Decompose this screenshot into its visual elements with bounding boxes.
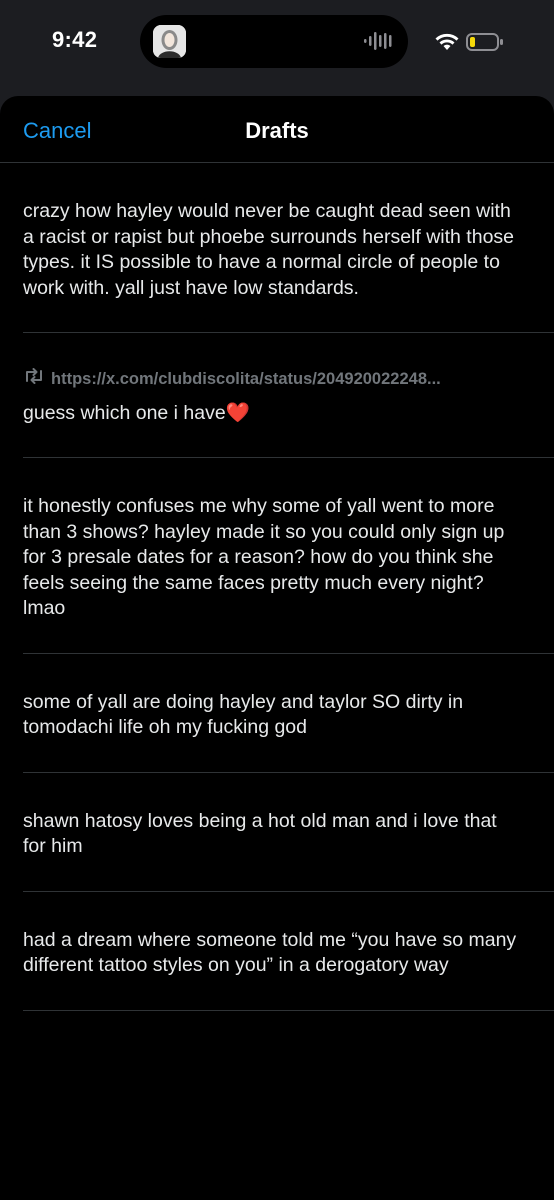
draft-item[interactable]: some of yall are doing hayley and taylor… — [23, 654, 554, 773]
draft-item[interactable]: crazy how hayley would never be caught d… — [23, 163, 554, 333]
audio-wave-icon — [364, 31, 394, 56]
quote-url: https://x.com/clubdiscolita/status/20492… — [51, 370, 441, 388]
status-bar: 9:42 — [0, 0, 554, 90]
retweet-icon — [23, 367, 45, 393]
draft-text: shawn hatosy loves being a hot old man a… — [23, 809, 497, 858]
draft-text: some of yall are doing hayley and taylor… — [23, 690, 464, 739]
heart-emoji-icon: ❤️ — [225, 401, 250, 424]
page-title: Drafts — [245, 118, 309, 143]
draft-item[interactable]: had a dream where someone told me “you h… — [23, 892, 554, 1011]
draft-text: guess which one i have — [23, 401, 226, 424]
quote-link[interactable]: https://x.com/clubdiscolita/status/20492… — [23, 367, 524, 393]
sheet-header: Cancel Drafts — [0, 96, 554, 163]
battery-low-icon — [466, 32, 504, 57]
draft-item[interactable]: shawn hatosy loves being a hot old man a… — [23, 773, 554, 892]
dynamic-island[interactable] — [140, 15, 408, 68]
draft-text: it honestly confuses me why some of yall… — [23, 495, 505, 619]
draft-text: had a dream where someone told me “you h… — [23, 928, 517, 977]
drafts-sheet: Cancel Drafts crazy how hayley would nev… — [0, 96, 554, 1200]
draft-item-quote[interactable]: https://x.com/clubdiscolita/status/20492… — [23, 333, 554, 458]
profile-thumbnail — [153, 25, 186, 58]
wifi-icon — [434, 32, 460, 57]
draft-item[interactable]: it honestly confuses me why some of yall… — [23, 458, 554, 654]
draft-text: crazy how hayley would never be caught d… — [23, 200, 515, 299]
status-time: 9:42 — [52, 27, 98, 52]
